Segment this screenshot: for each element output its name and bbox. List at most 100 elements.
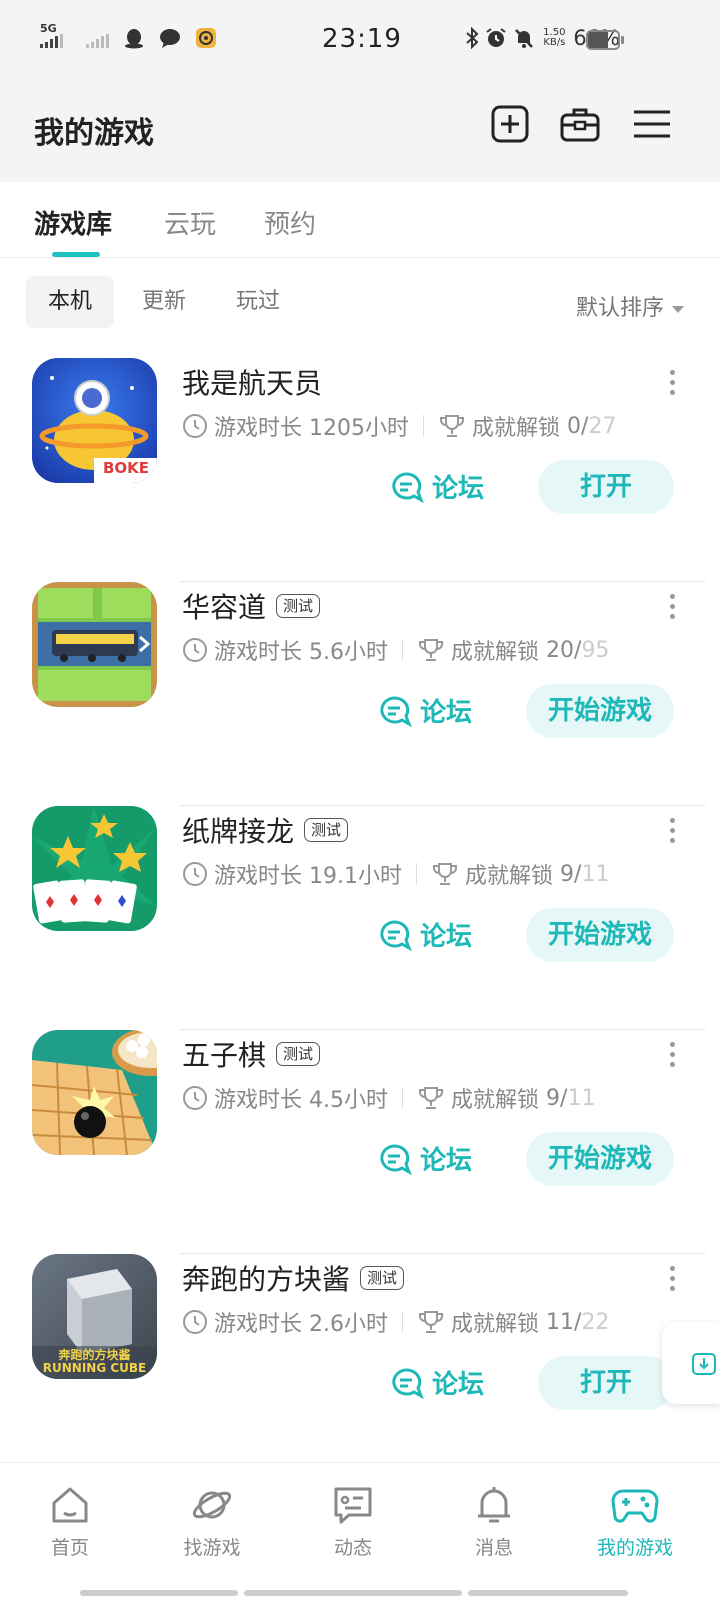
trophy-icon <box>419 1087 444 1109</box>
tab-bar: 游戏库 云玩 预约 <box>0 182 720 258</box>
game-item: 华容道 测试 游戏时长 5.6小时 成就解锁 20/95 论坛 开始游戏 <box>0 582 720 806</box>
sort-label: 默认排序 <box>575 296 664 321</box>
game-item: 纸牌接龙 测试 游戏时长 19.1小时 成就解锁 9/11 论坛 开始游戏 <box>0 806 720 1030</box>
open-game-button[interactable]: 打开 <box>538 460 674 514</box>
start-game-button[interactable]: 开始游戏 <box>526 908 674 962</box>
forum-button[interactable]: 论坛 <box>390 1364 484 1401</box>
trophy-icon <box>419 1311 444 1333</box>
sort-dropdown[interactable]: 默认排序 <box>576 290 684 322</box>
more-options-icon[interactable] <box>670 1266 676 1292</box>
app-header: 我的游戏 <box>0 84 720 182</box>
filter-bar: 本机 更新 玩过 默认排序 <box>0 276 720 328</box>
menu-icon[interactable] <box>632 104 672 144</box>
filter-played[interactable]: 玩过 <box>214 276 302 328</box>
app-notification-icon <box>196 28 216 48</box>
start-game-button[interactable]: 开始游戏 <box>526 1132 674 1186</box>
trophy-icon <box>433 863 458 885</box>
status-left: 5G <box>40 22 217 50</box>
tab-game-library[interactable]: 游戏库 <box>34 204 112 241</box>
test-badge: 测试 <box>360 1266 405 1290</box>
game-icon-solitaire[interactable] <box>32 806 157 931</box>
mute-bell-icon <box>515 29 534 48</box>
nav-find-games[interactable]: 找游戏 <box>152 1483 272 1560</box>
forum-icon <box>380 1144 412 1175</box>
gamepad-icon <box>611 1489 659 1523</box>
signal-5g-icon: 5G <box>40 22 72 50</box>
forum-button[interactable]: 论坛 <box>378 916 472 953</box>
gesture-bar <box>80 1590 238 1596</box>
game-item: 奔跑的方块酱 RUNNING CUBE 奔跑的方块酱 测试 游戏时长 2.6小时 … <box>0 1254 720 1478</box>
planet-icon <box>192 1491 232 1519</box>
bell-icon <box>478 1487 510 1523</box>
open-game-button[interactable]: 打开 <box>538 1356 674 1410</box>
floating-download-tab[interactable] <box>662 1322 720 1404</box>
game-title: 奔跑的方块酱 测试 <box>182 1258 405 1298</box>
clock-icon <box>183 638 207 662</box>
forum-icon <box>380 696 412 727</box>
page-title: 我的游戏 <box>34 116 154 151</box>
forum-button[interactable]: 论坛 <box>378 1140 472 1177</box>
game-title: 我是航天员 <box>182 367 323 400</box>
battery-icon <box>586 30 620 50</box>
nav-my-games[interactable]: 我的游戏 <box>575 1483 695 1560</box>
game-stats: 游戏时长 5.6小时 成就解锁 20/95 <box>182 634 609 666</box>
chat-icon <box>334 1487 372 1524</box>
tab-cloud-play[interactable]: 云玩 <box>164 204 216 241</box>
forum-icon <box>392 472 424 503</box>
game-stats: 游戏时长 1205小时 成就解锁 0/27 <box>182 410 616 442</box>
caret-down-icon <box>672 305 684 313</box>
signal-secondary-icon <box>86 34 109 48</box>
game-icon-running-cube[interactable]: 奔跑的方块酱 RUNNING CUBE <box>32 1254 157 1379</box>
game-stats: 游戏时长 4.5小时 成就解锁 9/11 <box>182 1082 595 1114</box>
test-badge: 测试 <box>304 818 349 842</box>
clock-icon <box>183 862 207 886</box>
filter-local[interactable]: 本机 <box>26 276 115 328</box>
nav-messages[interactable]: 消息 <box>434 1483 554 1560</box>
test-badge: 测试 <box>276 1042 321 1066</box>
nav-feed[interactable]: 动态 <box>293 1483 413 1560</box>
forum-icon <box>380 920 412 951</box>
game-title: 五子棋 测试 <box>182 1034 321 1074</box>
download-icon <box>692 1353 716 1375</box>
clock-icon <box>183 414 207 438</box>
more-options-icon[interactable] <box>670 818 676 844</box>
clock: 23:19 <box>322 24 402 54</box>
game-title: 华容道 测试 <box>182 586 321 626</box>
alarm-icon <box>486 28 506 47</box>
clock-icon <box>183 1086 207 1110</box>
forum-icon <box>392 1368 424 1399</box>
add-square-icon[interactable] <box>490 104 530 144</box>
tab-indicator <box>52 252 100 257</box>
game-item: BOKE 我是航天员 游戏时长 1205小时 成就解锁 0/27 论坛 打开 <box>0 358 720 582</box>
game-icon-astronaut[interactable]: BOKE <box>32 358 157 483</box>
game-stats: 游戏时长 19.1小时 成就解锁 9/11 <box>182 858 609 890</box>
game-item: 五子棋 测试 游戏时长 4.5小时 成就解锁 9/11 论坛 开始游戏 <box>0 1030 720 1254</box>
qq-icon <box>125 29 143 49</box>
game-stats: 游戏时长 2.6小时 成就解锁 11/22 <box>182 1306 609 1338</box>
forum-button[interactable]: 论坛 <box>390 468 484 505</box>
gesture-bar <box>244 1590 462 1596</box>
trophy-icon <box>440 415 465 437</box>
home-icon <box>52 1487 88 1523</box>
gesture-bar <box>468 1590 628 1596</box>
message-bubble-icon <box>160 29 180 48</box>
filter-updates[interactable]: 更新 <box>120 276 208 328</box>
tab-reservations[interactable]: 预约 <box>264 204 316 241</box>
more-options-icon[interactable] <box>670 370 676 396</box>
bottom-navigation: 首页 找游戏 动态 消息 我的游戏 <box>0 1462 720 1600</box>
start-game-button[interactable]: 开始游戏 <box>526 684 674 738</box>
test-badge: 测试 <box>276 594 321 618</box>
more-options-icon[interactable] <box>670 1042 676 1068</box>
game-title: 纸牌接龙 测试 <box>182 810 349 850</box>
bluetooth-icon <box>466 27 479 49</box>
game-icon-gomoku[interactable] <box>32 1030 157 1155</box>
more-options-icon[interactable] <box>670 594 676 620</box>
toolbox-icon[interactable] <box>560 104 600 144</box>
trophy-icon <box>419 639 444 661</box>
nav-home[interactable]: 首页 <box>10 1483 130 1560</box>
forum-button[interactable]: 论坛 <box>378 692 472 729</box>
clock-icon <box>183 1310 207 1334</box>
game-icon-huarongdao[interactable] <box>32 582 157 707</box>
status-bar: 5G 23:19 1.50 KB/s 66% <box>0 0 720 84</box>
network-type: 5G <box>40 22 57 35</box>
